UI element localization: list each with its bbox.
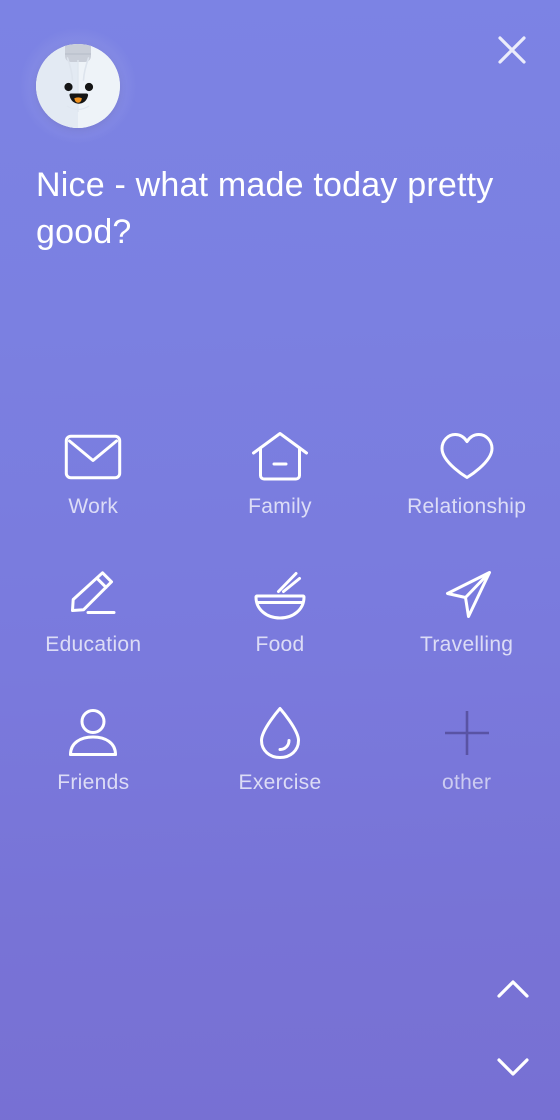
reason-label: Friends bbox=[57, 771, 130, 794]
scroll-down-button[interactable] bbox=[482, 1036, 544, 1098]
send-arrow-icon bbox=[438, 567, 496, 623]
close-button[interactable] bbox=[484, 22, 540, 78]
bowl-icon bbox=[251, 567, 309, 623]
reason-item-relationship[interactable]: Relationship bbox=[373, 415, 560, 553]
reason-label: Exercise bbox=[238, 771, 322, 794]
reason-item-other[interactable]: other bbox=[373, 691, 560, 829]
reason-item-friends[interactable]: Friends bbox=[0, 691, 187, 829]
envelope-icon bbox=[64, 429, 122, 485]
mood-reason-screen: Nice - what made today pretty good? Work… bbox=[0, 0, 560, 1120]
plus-icon bbox=[438, 705, 496, 761]
reason-item-education[interactable]: Education bbox=[0, 553, 187, 691]
reason-label: other bbox=[441, 771, 492, 794]
reason-item-food[interactable]: Food bbox=[187, 553, 374, 691]
reason-item-travelling[interactable]: Travelling bbox=[373, 553, 560, 691]
reason-label: Work bbox=[68, 495, 119, 518]
page-title: Nice - what made today pretty good? bbox=[36, 166, 494, 251]
avatar-glow-ring bbox=[20, 28, 136, 144]
close-icon bbox=[498, 36, 526, 64]
scroll-up-button[interactable] bbox=[482, 958, 544, 1020]
mascot-face-icon bbox=[36, 44, 120, 128]
avatar[interactable] bbox=[36, 44, 120, 128]
reason-grid: Work Family Relationship Education Food … bbox=[0, 415, 560, 829]
reason-label: Food bbox=[255, 633, 305, 656]
pencil-icon bbox=[64, 567, 122, 623]
reason-label: Travelling bbox=[420, 633, 514, 656]
person-icon bbox=[64, 705, 122, 761]
chevron-up-icon bbox=[497, 980, 529, 998]
heart-icon bbox=[438, 429, 496, 485]
chevron-down-icon bbox=[497, 1058, 529, 1076]
reason-label: Education bbox=[45, 633, 142, 656]
reason-label: Relationship bbox=[407, 495, 527, 518]
reason-item-exercise[interactable]: Exercise bbox=[187, 691, 374, 829]
reason-item-work[interactable]: Work bbox=[0, 415, 187, 553]
droplet-icon bbox=[251, 705, 309, 761]
house-icon bbox=[251, 429, 309, 485]
reason-item-family[interactable]: Family bbox=[187, 415, 374, 553]
reason-label: Family bbox=[248, 495, 312, 518]
